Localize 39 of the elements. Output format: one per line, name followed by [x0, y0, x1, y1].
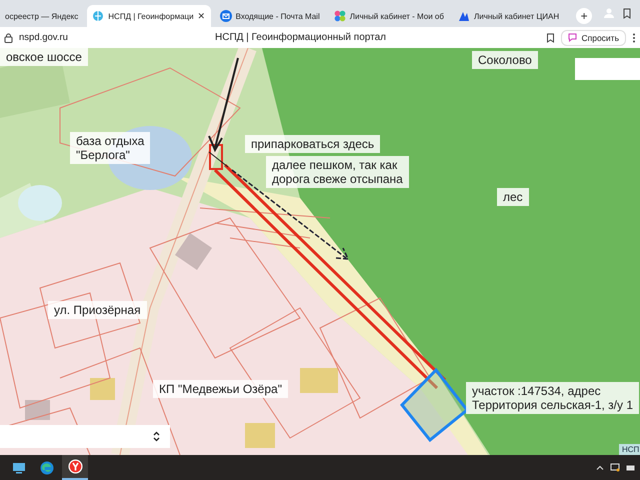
map-label: далее пешком, так как дорога свеже отсыпана	[266, 156, 409, 188]
taskbar-app[interactable]	[62, 455, 88, 480]
browser-tab[interactable]: Личный кабинет ЦИАН	[452, 5, 564, 27]
map-label: Соколово	[472, 51, 538, 69]
map-label: лес	[497, 188, 529, 206]
map-label: база отдыха "Берлога"	[70, 132, 150, 164]
map-label: КП "Медвежьи Озёра"	[153, 380, 288, 398]
new-tab-button[interactable]: +	[576, 8, 592, 24]
map-label: припарковаться здесь	[245, 135, 380, 153]
map-label: овское шоссе	[0, 48, 88, 66]
chevron-up-icon[interactable]	[596, 465, 604, 470]
envelope-icon	[220, 10, 232, 22]
browser-tab[interactable]: осреестр — Яндекс	[0, 5, 84, 27]
monitor-icon	[12, 462, 26, 474]
browser-tab[interactable]: Входящие - Почта Mail	[214, 5, 325, 27]
bookmark-icon[interactable]	[546, 32, 556, 42]
bookmark-icon[interactable]	[622, 8, 632, 19]
peak-icon	[458, 10, 470, 22]
battery-icon[interactable]	[626, 464, 636, 470]
browser-tab[interactable]: Личный кабинет - Мои об	[328, 5, 449, 27]
map-tag: НСП	[619, 444, 640, 455]
browser-tab[interactable]: НСПД | Геоинформаци ✕	[87, 5, 211, 27]
close-tab-button[interactable]: ✕	[198, 11, 206, 21]
dots-icon	[334, 10, 346, 22]
more-icon[interactable]	[632, 32, 636, 42]
map-label: ул. Приозёрная	[48, 301, 147, 319]
chat-icon	[568, 33, 578, 42]
chevron-updown-icon	[153, 431, 160, 442]
ask-button[interactable]: Спросить	[561, 30, 626, 46]
globe-icon	[92, 10, 104, 22]
map-drawing[interactable]	[0, 48, 640, 455]
page-title: НСПД | Геоинформационный портал	[214, 32, 387, 43]
browser-icon	[68, 459, 82, 474]
search-field[interactable]	[575, 58, 640, 80]
url-text[interactable]: nspd.gov.ru	[19, 32, 179, 43]
network-icon[interactable]	[610, 463, 620, 472]
map-label: участок :147534, адрес Территория сельская-1, з/у 1	[466, 382, 640, 414]
edge-icon	[40, 460, 54, 474]
lock-icon[interactable]	[4, 32, 13, 42]
